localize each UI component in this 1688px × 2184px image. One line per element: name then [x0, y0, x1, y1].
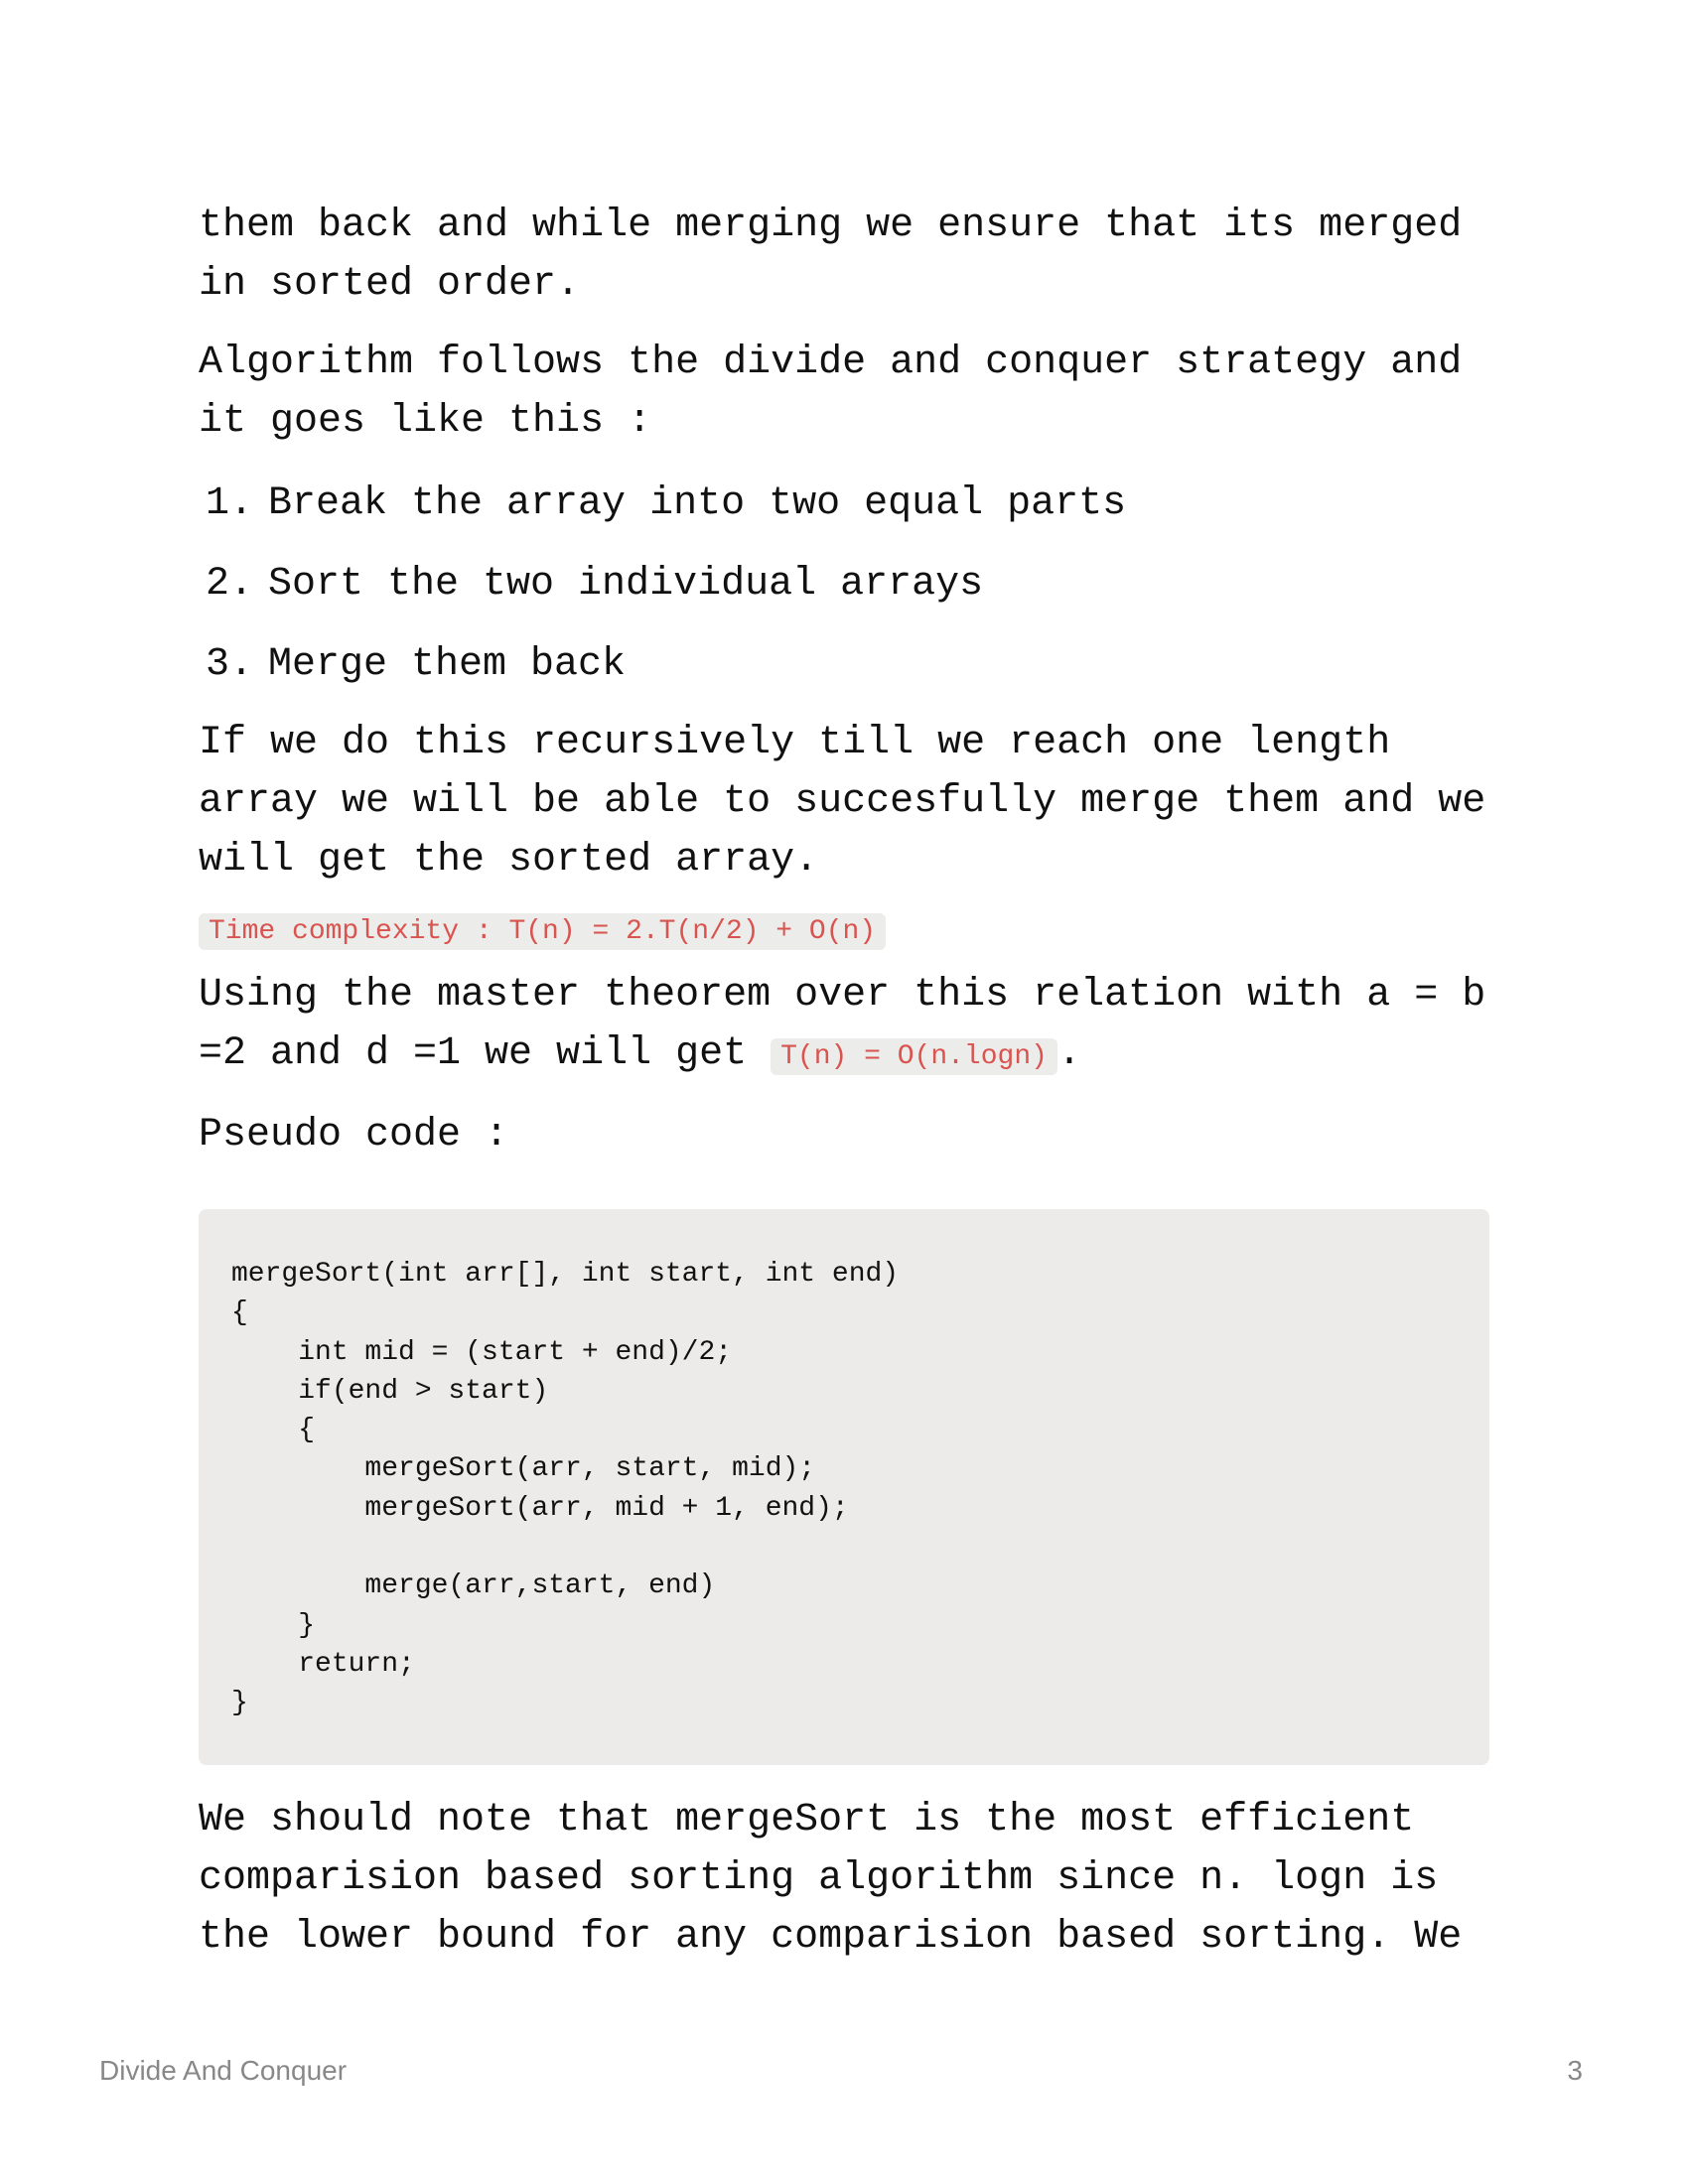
- list-item: 1. Break the array into two equal parts: [199, 475, 1489, 533]
- paragraph-recursion: If we do this recursively till we reach …: [199, 721, 1486, 883]
- step-number: 2.: [206, 562, 254, 607]
- time-complexity-code: Time complexity : T(n) = 2.T(n/2) + O(n): [199, 913, 887, 950]
- step-number: 3.: [206, 642, 254, 687]
- time-complexity-line: Time complexity : T(n) = 2.T(n/2) + O(n): [199, 907, 1489, 954]
- list-item: 2. Sort the two individual arrays: [199, 555, 1489, 614]
- list-item: 3. Merge them back: [199, 635, 1489, 694]
- paragraph-conclusion: We should note that mergeSort is the mos…: [199, 1797, 1463, 1960]
- step-text: Merge them back: [268, 642, 627, 687]
- pseudo-code-block: mergeSort(int arr[], int start, int end)…: [199, 1209, 1489, 1765]
- step-text: Sort the two individual arrays: [268, 562, 984, 607]
- master-theorem-period: .: [1056, 1031, 1081, 1076]
- paragraph-intro-continuation: them back and while merging we ensure th…: [199, 204, 1463, 307]
- document-body: them back and while merging we ensure th…: [199, 197, 1489, 1967]
- step-number: 1.: [206, 481, 254, 526]
- pseudo-code-heading: Pseudo code :: [199, 1113, 509, 1158]
- result-code: T(n) = O(n.logn): [771, 1038, 1057, 1075]
- steps-list: 1. Break the array into two equal parts …: [199, 475, 1489, 694]
- page-number: 3: [1567, 2055, 1583, 2086]
- step-text: Break the array into two equal parts: [268, 481, 1127, 526]
- paragraph-strategy: Algorithm follows the divide and conquer…: [199, 341, 1463, 444]
- footer-title: Divide And Conquer: [99, 2055, 348, 2086]
- paragraph-master-theorem: Using the master theorem over this relat…: [199, 966, 1489, 1086]
